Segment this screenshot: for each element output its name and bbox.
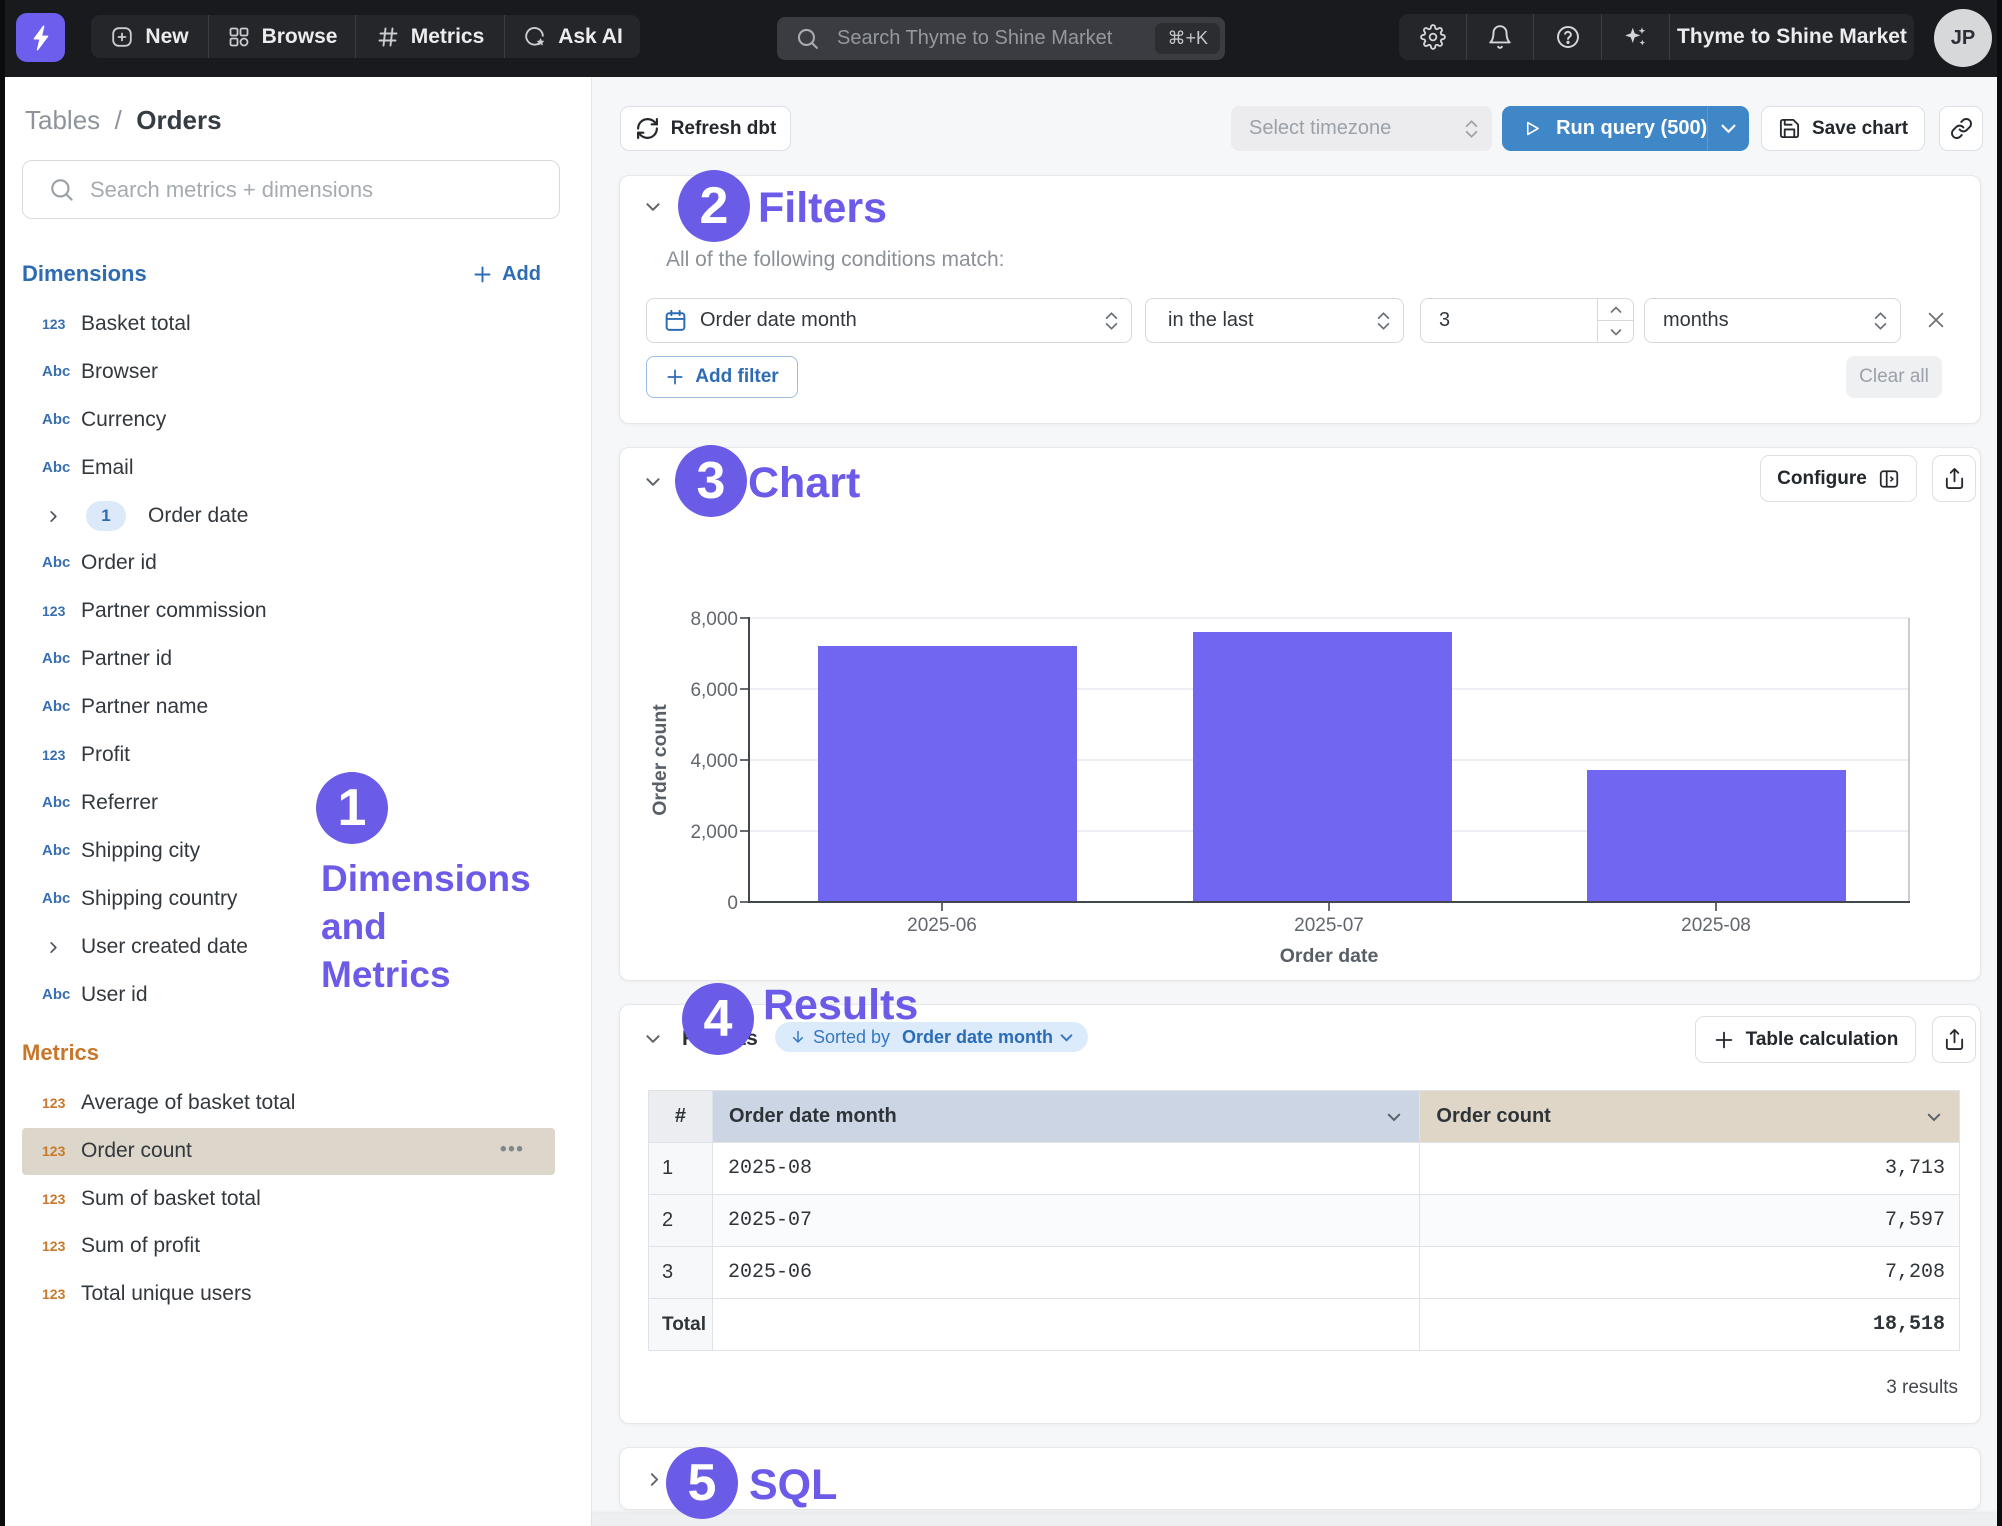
svg-text:2025-08: 2025-08 (1681, 915, 1751, 936)
svg-text:4,000: 4,000 (690, 751, 738, 772)
svg-text:6,000: 6,000 (690, 680, 738, 701)
svg-text:Order date: Order date (1280, 945, 1379, 967)
svg-text:Order count: Order count (649, 704, 671, 816)
svg-text:0: 0 (727, 893, 738, 914)
svg-text:8,000: 8,000 (690, 609, 738, 630)
svg-text:2025-07: 2025-07 (1294, 915, 1364, 936)
svg-text:2,000: 2,000 (690, 822, 738, 843)
svg-text:2025-06: 2025-06 (907, 915, 977, 936)
